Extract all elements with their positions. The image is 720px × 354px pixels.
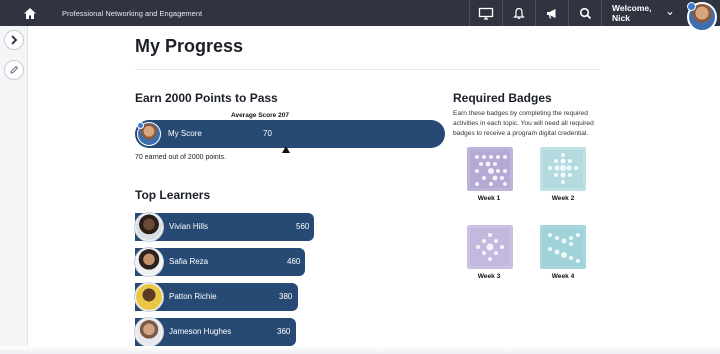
search-icon xyxy=(579,7,591,19)
learner-name: Jameson Hughes xyxy=(169,327,232,336)
average-score-label: Average Score 207 xyxy=(231,112,289,119)
presentation-button[interactable] xyxy=(469,0,502,26)
badge-label: Week 2 xyxy=(551,195,575,202)
home-icon xyxy=(24,7,36,19)
announcements-button[interactable] xyxy=(535,0,568,26)
avatar xyxy=(135,248,163,276)
learner-score: 360 xyxy=(277,327,291,336)
my-score-bar: My Score 70 xyxy=(135,120,445,148)
my-avatar xyxy=(137,122,161,146)
presentation-icon xyxy=(478,7,494,20)
avatar xyxy=(135,283,163,311)
my-score-value: 70 xyxy=(263,129,272,138)
expand-sidebar-button[interactable] xyxy=(3,30,24,50)
megaphone-icon xyxy=(547,8,556,19)
avatar xyxy=(135,213,163,241)
welcome-text: Welcome, Nick xyxy=(612,3,652,23)
learner-name: Vivian Hills xyxy=(169,222,208,231)
title-divider xyxy=(135,69,600,70)
badge-week-1[interactable] xyxy=(467,147,513,191)
left-rail xyxy=(0,26,28,354)
badge-label: Week 4 xyxy=(551,273,575,280)
user-menu[interactable]: Welcome, Nick xyxy=(601,0,683,26)
learner-name: Patton Richie xyxy=(169,292,217,301)
points-earned-text: 70 earned out of 2000 points. xyxy=(135,154,227,161)
learner-score: 560 xyxy=(296,222,310,231)
badge-pattern-icon xyxy=(543,150,583,188)
learner-row[interactable]: Safia Reza 460 xyxy=(135,248,305,276)
edit-button[interactable] xyxy=(3,60,24,80)
average-marker-icon xyxy=(282,146,290,153)
badge-pattern-icon xyxy=(470,228,510,266)
badge-week-4[interactable] xyxy=(540,225,586,269)
badge-week-2[interactable] xyxy=(540,147,586,191)
top-learners-heading: Top Learners xyxy=(135,188,211,202)
points-heading: Earn 2000 Points to Pass xyxy=(135,91,278,105)
star-badge-icon xyxy=(137,122,144,129)
home-button[interactable] xyxy=(16,0,44,26)
chevron-down-icon xyxy=(667,11,673,15)
learner-row[interactable]: Vivian Hills 560 xyxy=(135,213,314,241)
app-title: Professional Networking and Engagement xyxy=(62,8,203,18)
badges-description: Earn these badges by completing the requ… xyxy=(453,110,594,137)
bottom-edge xyxy=(0,346,720,354)
learner-name: Safia Reza xyxy=(169,257,209,266)
top-actions: Welcome, Nick xyxy=(469,0,720,32)
my-score-label: My Score xyxy=(168,129,202,138)
avatar xyxy=(686,2,717,32)
badge-label: Week 1 xyxy=(477,195,501,202)
badge-pattern-icon xyxy=(470,150,510,188)
badge-pattern-icon xyxy=(543,228,583,266)
pencil-icon xyxy=(9,65,18,74)
badge-week-3[interactable] xyxy=(467,225,513,269)
notifications-button[interactable] xyxy=(502,0,535,26)
required-badges-heading: Required Badges xyxy=(453,91,552,105)
chevron-right-icon xyxy=(10,35,17,45)
star-badge-icon xyxy=(686,2,696,11)
learner-score: 460 xyxy=(287,257,301,266)
badge-label: Week 3 xyxy=(477,273,501,280)
learner-row[interactable]: Patton Richie 380 xyxy=(135,283,298,311)
learner-row[interactable]: Jameson Hughes 360 xyxy=(135,318,296,346)
avatar xyxy=(135,318,163,346)
top-bar: Professional Networking and Engagement W… xyxy=(0,0,720,32)
user-avatar-button[interactable] xyxy=(683,0,720,32)
learner-score: 380 xyxy=(279,292,293,301)
bell-icon xyxy=(513,7,525,19)
search-button[interactable] xyxy=(568,0,601,26)
page-title: My Progress xyxy=(135,36,244,56)
